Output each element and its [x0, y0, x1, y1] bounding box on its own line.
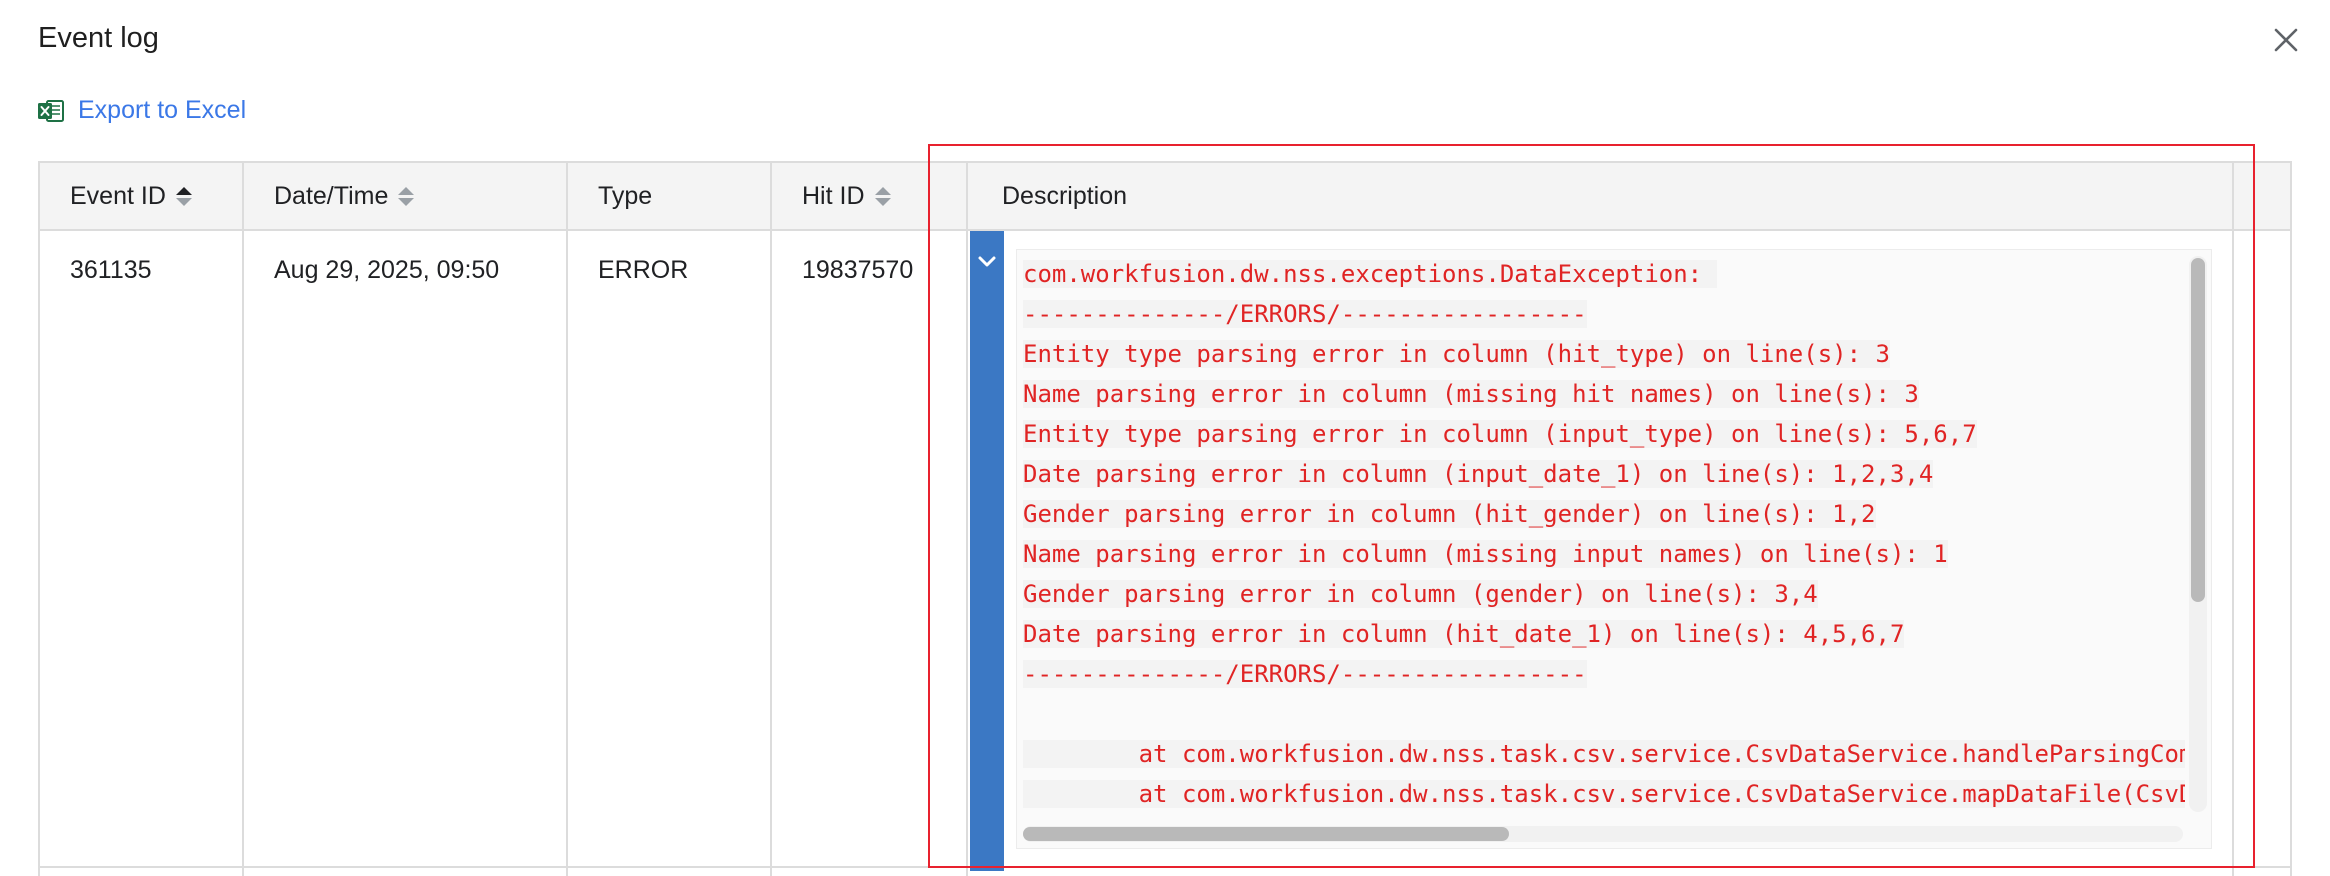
- description-line-text: Gender parsing error in column (hit_gend…: [1023, 500, 1876, 528]
- export-label: Export to Excel: [78, 96, 247, 124]
- description-line: com.workfusion.dw.nss.exceptions.DataExc…: [1023, 254, 2185, 294]
- description-line: Gender parsing error in column (hit_gend…: [1023, 494, 2185, 534]
- description-line-text: at com.workfusion.dw.nss.task.csv.servic…: [1023, 780, 2185, 808]
- column-header-type: Type: [568, 163, 770, 229]
- description-line: Gender parsing error in column (gender) …: [1023, 574, 2185, 614]
- description-line: Entity type parsing error in column (hit…: [1023, 334, 2185, 374]
- excel-icon: [38, 99, 64, 122]
- description-line-text: com.workfusion.dw.nss.exceptions.DataExc…: [1023, 260, 1717, 288]
- sort-icon: [398, 186, 415, 206]
- dialog-title: Event log: [38, 22, 159, 54]
- description-line: --------------/ERRORS/-----------------: [1023, 294, 2185, 334]
- cell-hit-id: 19837570: [802, 256, 914, 284]
- scrollbar-thumb[interactable]: [2191, 258, 2205, 602]
- sort-icon: [874, 186, 891, 206]
- column-header-hit-id[interactable]: Hit ID: [772, 163, 936, 229]
- cell-description: com.workfusion.dw.nss.exceptions.DataExc…: [970, 231, 2235, 871]
- description-line: Name parsing error in column (missing in…: [1023, 534, 2185, 574]
- expand-toggle[interactable]: [970, 231, 1004, 871]
- column-label: Type: [598, 181, 653, 210]
- description-line-text: at com.workfusion.dw.nss.task.csv.servic…: [1023, 740, 2185, 768]
- description-line-text: Date parsing error in column (hit_date_1…: [1023, 620, 1905, 648]
- description-line-text: --------------/ERRORS/-----------------: [1023, 300, 1587, 328]
- column-header-event-id[interactable]: Event ID: [40, 163, 242, 229]
- column-header-description: Description: [972, 163, 2272, 229]
- cell-type: ERROR: [598, 256, 689, 284]
- scrollbar-thumb[interactable]: [1023, 827, 1509, 841]
- horizontal-scrollbar[interactable]: [1023, 826, 2183, 842]
- close-button[interactable]: [2266, 20, 2306, 60]
- description-line: --------------/ERRORS/-----------------: [1023, 654, 2185, 694]
- sort-ascending-icon: [175, 186, 192, 206]
- description-line: [1023, 694, 2185, 734]
- table-header: Event ID Date/Time Type Hit ID Descripti…: [40, 163, 2290, 231]
- description-line-text: Name parsing error in column (missing in…: [1023, 540, 1948, 568]
- chevron-down-icon: [978, 256, 996, 267]
- description-line: at com.workfusion.dw.nss.task.csv.servic…: [1023, 734, 2185, 774]
- description-line-text: Entity type parsing error in column (inp…: [1023, 420, 1977, 448]
- column-label: Description: [1002, 181, 1128, 210]
- column-divider: [966, 163, 968, 876]
- description-line-text: Gender parsing error in column (gender) …: [1023, 580, 1818, 608]
- description-line-text: Date parsing error in column (input_date…: [1023, 460, 1934, 488]
- column-divider: [928, 163, 930, 231]
- description-line: Name parsing error in column (missing hi…: [1023, 374, 2185, 414]
- export-to-excel-link[interactable]: Export to Excel: [38, 96, 246, 125]
- cell-event-id: 361135: [70, 256, 152, 284]
- description-text: com.workfusion.dw.nss.exceptions.DataExc…: [1023, 254, 2185, 820]
- description-line: Date parsing error in column (input_date…: [1023, 454, 2185, 494]
- close-icon: [2274, 28, 2298, 52]
- column-label: Event ID: [70, 181, 166, 210]
- column-label: Hit ID: [802, 181, 865, 210]
- vertical-scrollbar[interactable]: [2189, 256, 2207, 812]
- description-line-text: Entity type parsing error in column (hit…: [1023, 340, 1890, 368]
- description-code-block[interactable]: com.workfusion.dw.nss.exceptions.DataExc…: [1016, 249, 2212, 849]
- column-label: Date/Time: [274, 181, 389, 210]
- description-line-text: --------------/ERRORS/-----------------: [1023, 660, 1587, 688]
- description-line: at com.workfusion.dw.nss.task.csv.servic…: [1023, 774, 2185, 814]
- description-line: Entity type parsing error in column (inp…: [1023, 414, 2185, 454]
- description-line-text: Name parsing error in column (missing hi…: [1023, 380, 1919, 408]
- column-header-date-time[interactable]: Date/Time: [244, 163, 566, 229]
- description-line: Date parsing error in column (hit_date_1…: [1023, 614, 2185, 654]
- cell-date-time: Aug 29, 2025, 09:50: [274, 256, 500, 284]
- event-log-table: Event ID Date/Time Type Hit ID Descripti…: [38, 161, 2292, 876]
- row-divider: [40, 866, 2290, 868]
